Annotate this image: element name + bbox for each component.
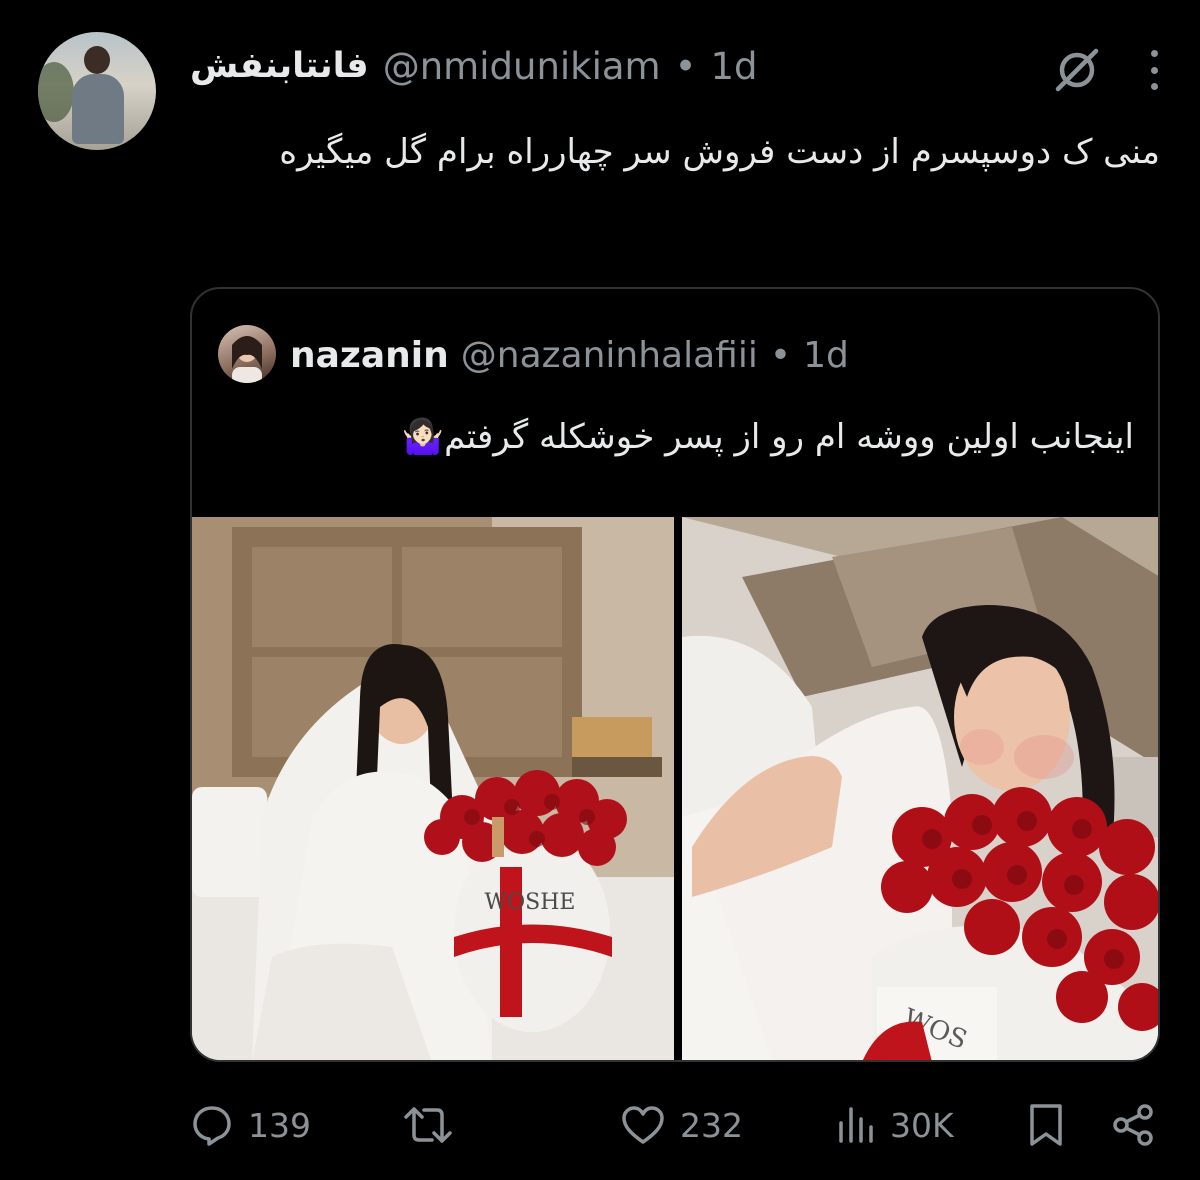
like-count: 232 <box>680 1105 743 1145</box>
separator-dot: • <box>674 44 697 88</box>
bookmark-button[interactable] <box>1026 1095 1066 1155</box>
quoted-time[interactable]: 1d <box>803 335 849 376</box>
reply-button[interactable]: 139 <box>190 1095 311 1155</box>
like-button[interactable]: 232 <box>620 1095 743 1155</box>
share-icon <box>1113 1104 1153 1146</box>
quoted-author-avatar[interactable] <box>218 325 276 383</box>
media-grid: WOSHE WOS <box>192 517 1158 1060</box>
retweet-icon <box>404 1107 452 1143</box>
bookmark-icon <box>1030 1104 1062 1146</box>
quoted-display-name[interactable]: nazanin <box>290 335 449 376</box>
tweet-text: منی ک دوسپسرم از دست فروش سر چهارراه برا… <box>279 132 1160 172</box>
more-vertical-icon[interactable] <box>1148 50 1160 90</box>
view-count: 30K <box>890 1105 954 1145</box>
quoted-text: اینجانب اولین ووشه ام رو از پسر خوشکله گ… <box>401 417 1134 457</box>
quoted-header: nazanin @nazaninhalafiii • 1d <box>290 331 849 379</box>
author-handle[interactable]: @nmidunikiam <box>383 45 661 88</box>
quoted-tweet[interactable]: nazanin @nazaninhalafiii • 1d اینجانب او… <box>190 287 1160 1062</box>
tweet-header: فانتابنفش @nmidunikiam • 1d <box>190 40 757 92</box>
tweet: فانتابنفش @nmidunikiam • 1d منی ک دوسپسر… <box>0 0 1200 1180</box>
photo-2[interactable]: WOS <box>682 517 1158 1060</box>
heart-icon <box>622 1106 664 1144</box>
tweet-time[interactable]: 1d <box>710 45 757 88</box>
author-display-name[interactable]: فانتابنفش <box>190 46 369 86</box>
header-actions <box>1050 40 1160 100</box>
author-avatar[interactable] <box>38 32 156 150</box>
bar-chart-icon <box>839 1107 873 1143</box>
retweet-button[interactable] <box>402 1095 454 1155</box>
reply-count: 139 <box>248 1105 311 1145</box>
share-button[interactable] <box>1112 1095 1156 1155</box>
separator-dot: • <box>769 334 792 376</box>
box-label-left: WOSHE <box>485 890 576 915</box>
grok-icon[interactable] <box>1050 43 1104 97</box>
action-bar: 139 232 30K <box>0 1095 1200 1155</box>
quoted-handle[interactable]: @nazaninhalafiii <box>461 335 758 376</box>
views-button[interactable]: 30K <box>836 1095 954 1155</box>
photo-1[interactable]: WOSHE <box>192 517 674 1060</box>
comment-bubble-icon <box>193 1106 231 1146</box>
